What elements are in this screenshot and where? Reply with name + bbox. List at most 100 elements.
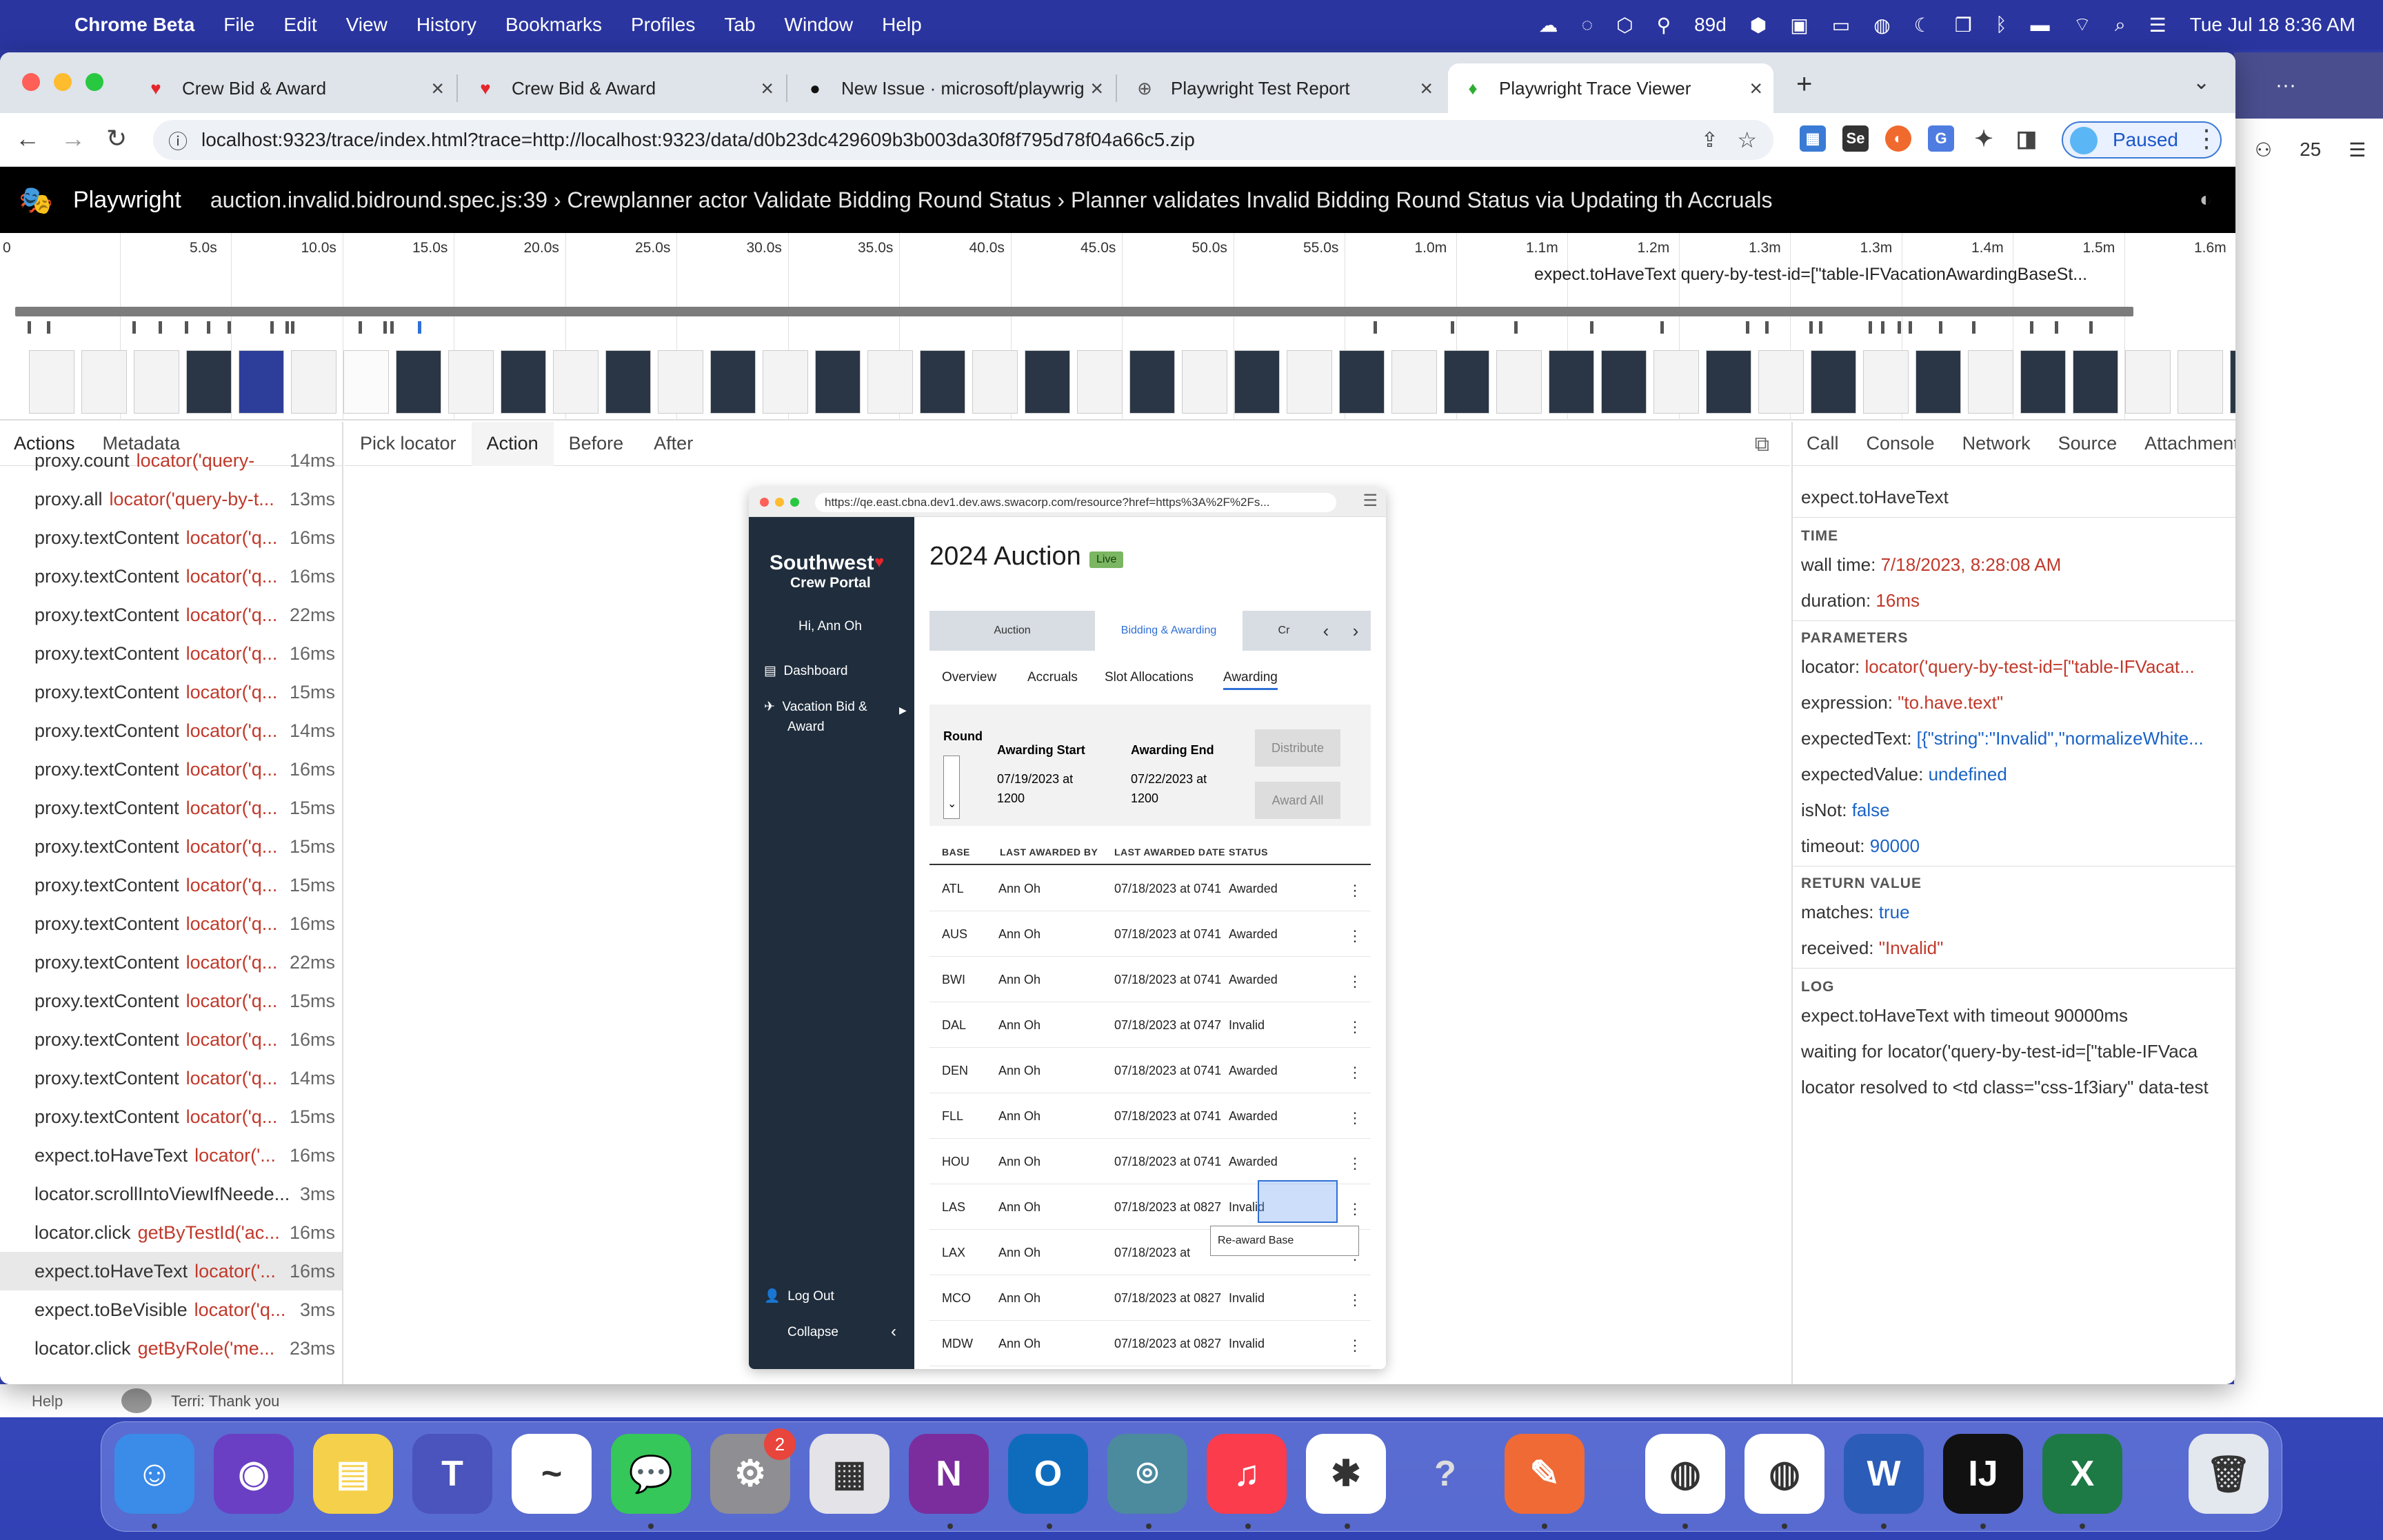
- tab-console[interactable]: Console: [1853, 433, 1949, 454]
- timeline-snapshot-thumbnail[interactable]: [1496, 350, 1542, 414]
- table-row[interactable]: DEN Ann Oh 07/18/2023 at 0741 Awarded ⋮: [929, 1048, 1371, 1093]
- close-icon[interactable]: ×: [1420, 76, 1433, 101]
- menu-profiles[interactable]: Profiles: [631, 14, 695, 36]
- tab-action[interactable]: Action: [471, 421, 554, 466]
- timeline-snapshot-thumbnail[interactable]: [1706, 350, 1751, 414]
- row-menu-icon[interactable]: ⋮: [1347, 973, 1363, 991]
- action-item[interactable]: proxy.textContent locator('q... 16ms: [0, 750, 342, 789]
- timeline-snapshot-thumbnail[interactable]: [1339, 350, 1385, 414]
- timeline-snapshot-thumbnail[interactable]: [1549, 350, 1594, 414]
- timeline-snapshot-thumbnail[interactable]: [763, 350, 808, 414]
- tab-call[interactable]: Call: [1793, 433, 1853, 454]
- menu-app-name[interactable]: Chrome Beta: [74, 14, 194, 36]
- timeline-snapshot-thumbnail[interactable]: [815, 350, 861, 414]
- timeline-snapshot-thumbnail[interactable]: [81, 350, 127, 414]
- timeline-action-marker[interactable]: [285, 321, 289, 334]
- subtab-accruals[interactable]: Accruals: [1027, 670, 1078, 685]
- timeline-action-marker[interactable]: [132, 321, 136, 334]
- row-menu-icon[interactable]: ⋮: [1347, 1018, 1363, 1036]
- timeline-action-marker[interactable]: [270, 321, 274, 334]
- timeline-snapshot-thumbnail[interactable]: [553, 350, 599, 414]
- background-app-people-row[interactable]: ⚇ 25 ☰: [2234, 119, 2383, 181]
- dock-app-launchpad-icon[interactable]: ▦: [810, 1434, 889, 1514]
- action-item[interactable]: proxy.all locator('query-by-t... 13ms: [0, 480, 342, 518]
- tab-github-issue[interactable]: ● New Issue · microsoft/playwrig ×: [790, 63, 1114, 113]
- timeline-snapshot-thumbnail[interactable]: [2020, 350, 2066, 414]
- nav-collapse[interactable]: Collapse: [787, 1325, 838, 1340]
- action-item[interactable]: proxy.textContent locator('q... 16ms: [0, 557, 342, 596]
- timeline-snapshot-thumbnail[interactable]: [448, 350, 494, 414]
- tab-source[interactable]: Source: [2044, 433, 2131, 454]
- row-menu-icon[interactable]: ⋮: [1347, 1064, 1363, 1082]
- share-icon[interactable]: ⇪: [1701, 128, 1718, 152]
- trace-timeline[interactable]: 0 5.0s 10.0s 15.0s 20.0s 25.0s 30.0s 35.0s 40.0s…: [0, 233, 2235, 421]
- action-item[interactable]: locator.click getByTestId('ac... 16ms: [0, 1213, 342, 1252]
- tab-pick-locator[interactable]: Pick locator: [345, 422, 472, 466]
- distribute-button[interactable]: Distribute: [1255, 729, 1340, 767]
- timeline-snapshot-thumbnail[interactable]: [1811, 350, 1856, 414]
- cloud-icon[interactable]: ☁: [1538, 14, 1558, 37]
- timeline-snapshot-thumbnail[interactable]: [920, 350, 965, 414]
- timeline-action-marker[interactable]: [1374, 321, 1377, 334]
- close-window-button[interactable]: [22, 73, 40, 91]
- table-row[interactable]: MDW Ann Oh 07/18/2023 at 0827 Invalid ⋮: [929, 1321, 1371, 1366]
- spinner-icon[interactable]: ◌: [1581, 14, 1593, 36]
- tab-trace-viewer[interactable]: ♦ Playwright Trace Viewer ×: [1448, 63, 1773, 113]
- table-row[interactable]: MCO Ann Oh 07/18/2023 at 0827 Invalid ⋮: [929, 1275, 1371, 1321]
- table-row[interactable]: DAL Ann Oh 07/18/2023 at 0747 Invalid ⋮: [929, 1002, 1371, 1048]
- chevron-right-icon[interactable]: ›: [1340, 611, 1371, 651]
- table-row[interactable]: FLL Ann Oh 07/18/2023 at 0741 Awarded ⋮: [929, 1093, 1371, 1139]
- extensions-puzzle-icon[interactable]: ✦: [1971, 125, 1997, 152]
- tab-crew-bid-1[interactable]: ♥ Crew Bid & Award ×: [131, 63, 455, 113]
- action-item[interactable]: proxy.textContent locator('q... 14ms: [0, 711, 342, 750]
- dock-app-messages-icon[interactable]: 💬: [611, 1434, 691, 1514]
- timeline-snapshot-thumbnail[interactable]: [2073, 350, 2118, 414]
- dock-app-freeform-icon[interactable]: ~: [512, 1434, 592, 1514]
- timeline-action-marker[interactable]: [1972, 321, 1975, 334]
- tab-after[interactable]: After: [639, 422, 708, 466]
- row-menu-icon[interactable]: ⋮: [1347, 1155, 1363, 1173]
- dock-app-word-icon[interactable]: W: [1844, 1434, 1924, 1514]
- dock-app-chrome-icon[interactable]: ◍: [1744, 1434, 1824, 1514]
- menu-help[interactable]: Help: [882, 14, 922, 36]
- dock-app-trash-icon[interactable]: 🗑: [2189, 1434, 2269, 1514]
- dock-app-teams-icon[interactable]: T: [412, 1434, 492, 1514]
- zoom-window-button[interactable]: [86, 73, 103, 91]
- dock-app-excel-icon[interactable]: X: [2042, 1434, 2122, 1514]
- box-icon[interactable]: ⬡: [1616, 14, 1633, 37]
- site-info-icon[interactable]: ⓘ: [168, 127, 188, 154]
- timeline-snapshot-thumbnail[interactable]: [29, 350, 74, 414]
- dock-app-network-icon[interactable]: ⌾: [1107, 1434, 1187, 1514]
- timeline-snapshot-thumbnail[interactable]: [134, 350, 179, 414]
- dock-app-outlook-icon[interactable]: O: [1008, 1434, 1088, 1514]
- timeline-action-marker[interactable]: [418, 321, 421, 334]
- timeline-snapshot-thumbnail[interactable]: [1916, 350, 1961, 414]
- timeline-snapshot-thumbnail[interactable]: [1653, 350, 1699, 414]
- close-icon[interactable]: ×: [1086, 75, 1103, 101]
- dock-app-slack-icon[interactable]: ✱: [1306, 1434, 1386, 1514]
- action-item[interactable]: locator.scrollIntoViewIfNeede... 3ms: [0, 1175, 342, 1213]
- timeline-snapshot-thumbnail[interactable]: [1391, 350, 1437, 414]
- tab-attachments[interactable]: Attachments: [2131, 433, 2235, 454]
- timeline-snapshot-thumbnail[interactable]: [501, 350, 546, 414]
- timeline-snapshot-thumbnail[interactable]: [1758, 350, 1804, 414]
- dock-app-finder-icon[interactable]: ☺: [114, 1434, 194, 1514]
- timeline-action-marker[interactable]: [383, 321, 387, 334]
- timeline-snapshot-thumbnail[interactable]: [1287, 350, 1332, 414]
- nav-vacation-bid-line2[interactable]: Award: [787, 720, 825, 735]
- dock-app-notes-icon[interactable]: ▤: [313, 1434, 393, 1514]
- close-icon[interactable]: ×: [761, 76, 774, 101]
- menu-edit[interactable]: Edit: [283, 14, 316, 36]
- chevron-left-icon[interactable]: ‹: [891, 1322, 896, 1341]
- row-menu-icon[interactable]: ⋮: [1347, 882, 1363, 900]
- url-text[interactable]: localhost:9323/trace/index.html?trace=ht…: [201, 129, 1195, 151]
- timeline-action-marker[interactable]: [207, 321, 210, 334]
- timeline-snapshot-thumbnail[interactable]: [2178, 350, 2223, 414]
- tab-crew-bid-2[interactable]: ♥ Crew Bid & Award ×: [461, 63, 785, 113]
- temperature-text[interactable]: 89d: [1694, 14, 1727, 36]
- timeline-action-marker[interactable]: [159, 321, 162, 334]
- timeline-snapshot-thumbnail[interactable]: [396, 350, 441, 414]
- reload-icon[interactable]: ↻: [106, 124, 127, 153]
- timeline-snapshot-thumbnail[interactable]: [1182, 350, 1227, 414]
- timeline-action-marker[interactable]: [28, 321, 31, 334]
